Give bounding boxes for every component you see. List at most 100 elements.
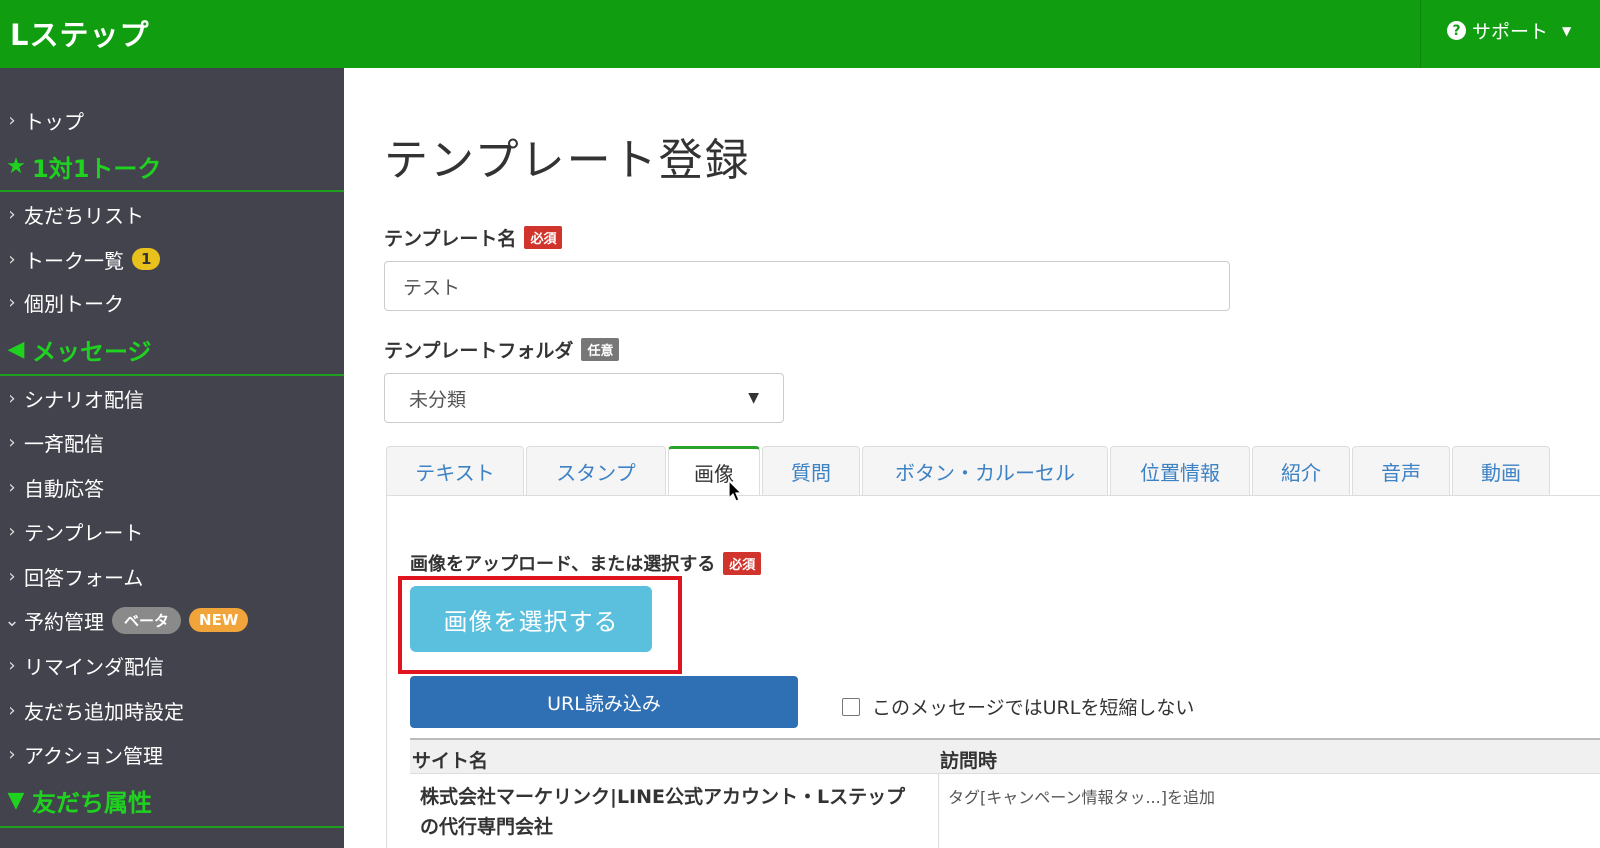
sidebar-item-scenario[interactable]: › シナリオ配信	[0, 384, 344, 412]
tab-stamp[interactable]: スタンプ	[526, 446, 666, 496]
sidebar-item-label: テンプレート	[24, 520, 144, 545]
app-logo[interactable]: Lステップ	[10, 12, 149, 54]
sidebar-item-reservation[interactable]: ⌄ 予約管理 ベータ NEW	[0, 604, 344, 636]
top-header: Lステップ ? サポート ▼	[0, 0, 1600, 68]
support-menu[interactable]: ? サポート ▼	[1420, 0, 1600, 68]
megaphone-icon: ◀	[7, 336, 25, 362]
chevron-right-icon: ›	[8, 520, 16, 542]
template-folder-select[interactable]: 未分類 ▼	[384, 373, 784, 423]
sidebar-item-talk-list[interactable]: › トーク一覧 1	[0, 244, 344, 274]
chevron-right-icon: ›	[8, 476, 16, 498]
url-load-button[interactable]: URL読み込み	[410, 676, 798, 728]
template-folder-label: テンプレートフォルダ 任意	[384, 336, 620, 363]
no-shorten-url-label: このメッセージではURLを短縮しない	[872, 697, 1195, 719]
beta-badge: ベータ	[112, 606, 182, 634]
tab-location[interactable]: 位置情報	[1110, 446, 1250, 496]
sidebar-item-label: 予約管理	[24, 609, 104, 634]
message-type-tabs: テキスト スタンプ 画像 質問 ボタン・カルーセル 位置情報 紹介 音声 動画	[386, 446, 1552, 496]
table-cell-site: 株式会社マーケリンク|LINE公式アカウント・Lステップの代行専門会社	[420, 786, 906, 838]
page-title: テンプレート登録	[384, 135, 751, 186]
sidebar-section-message: ◀ メッセージ	[0, 330, 344, 376]
tab-video[interactable]: 動画	[1452, 446, 1550, 496]
chevron-down-icon: ⌄	[4, 609, 20, 631]
sidebar-item-reminder[interactable]: › リマインダ配信	[0, 651, 344, 679]
tab-audio[interactable]: 音声	[1352, 446, 1450, 496]
tab-label: 位置情報	[1140, 460, 1220, 485]
sidebar-item-friend-list[interactable]: › 友だちリスト	[0, 200, 344, 228]
tab-label: 質問	[791, 460, 831, 485]
sidebar-section-label: 1対1トーク	[32, 154, 162, 183]
tab-introduction[interactable]: 紹介	[1252, 446, 1350, 496]
chevron-right-icon: ›	[8, 431, 16, 453]
chevron-right-icon: ›	[8, 565, 16, 587]
sidebar-item-individual-talk[interactable]: › 個別トーク	[0, 288, 344, 316]
star-icon: ★	[6, 153, 26, 179]
chevron-right-icon: ›	[8, 654, 16, 676]
no-shorten-url-checkbox[interactable]	[842, 697, 860, 716]
sidebar-item-label: 回答フォーム	[24, 565, 144, 590]
sidebar-item-label: 一斉配信	[24, 431, 104, 456]
caret-down-icon: ▼	[1562, 23, 1572, 38]
tab-button-carousel[interactable]: ボタン・カルーセル	[862, 446, 1108, 496]
column-header-visit: 訪問時	[940, 750, 998, 772]
chevron-right-icon: ›	[8, 699, 16, 721]
sidebar-item-auto-reply[interactable]: › 自動応答	[0, 473, 344, 501]
column-header-site: サイト名	[412, 750, 489, 772]
tab-label: ボタン・カルーセル	[895, 460, 1075, 485]
sidebar-item-broadcast[interactable]: › 一斉配信	[0, 428, 344, 456]
sidebar-section-talk: ★ 1対1トーク	[0, 148, 344, 192]
tab-label: テキスト	[415, 460, 495, 485]
column-divider	[938, 774, 939, 848]
tab-label: 紹介	[1281, 460, 1321, 485]
no-shorten-url-option[interactable]: このメッセージではURLを短縮しない	[842, 693, 1194, 720]
new-badge: NEW	[189, 608, 249, 632]
required-badge: 必須	[723, 551, 762, 575]
tab-text[interactable]: テキスト	[386, 446, 524, 496]
upload-label-text: 画像をアップロード、または選択する	[410, 554, 716, 575]
chevron-right-icon: ›	[8, 203, 16, 225]
sidebar: › トップ ★ 1対1トーク › 友だちリスト › トーク一覧 1 › 個別トー…	[0, 68, 344, 848]
sidebar-item-answer-form[interactable]: › 回答フォーム	[0, 562, 344, 590]
sidebar-item-action-management[interactable]: › アクション管理	[0, 740, 344, 768]
table-cell-visit: タグ[キャンペーン情報タッ...]を追加	[948, 788, 1215, 807]
tab-image[interactable]: 画像	[668, 446, 760, 496]
sidebar-item-label: 友だち追加時設定	[24, 699, 184, 724]
sidebar-item-label: シナリオ配信	[24, 387, 144, 412]
question-icon: ?	[1447, 21, 1466, 40]
required-badge: 必須	[524, 226, 563, 249]
chevron-right-icon: ›	[8, 109, 16, 131]
sidebar-item-label: アクション管理	[24, 743, 163, 768]
sidebar-item-label: 個別トーク	[24, 291, 124, 316]
sidebar-item-label: トップ	[24, 109, 84, 134]
support-label: サポート	[1472, 21, 1549, 43]
sidebar-item-label: リマインダ配信	[24, 654, 164, 679]
template-folder-value: 未分類	[409, 388, 467, 411]
chevron-right-icon: ›	[8, 387, 16, 409]
template-name-label: テンプレート名 必須	[384, 224, 563, 251]
sidebar-item-friend-add-settings[interactable]: › 友だち追加時設定	[0, 696, 344, 724]
template-folder-label-text: テンプレートフォルダ	[384, 340, 574, 362]
chevron-right-icon: ›	[8, 291, 16, 313]
sidebar-section-label: メッセージ	[32, 337, 152, 366]
table-header: サイト名 訪問時	[410, 740, 1600, 774]
upload-label: 画像をアップロード、または選択する 必須	[410, 550, 762, 576]
tab-label: 動画	[1481, 460, 1521, 485]
sidebar-section-friend-attributes: ▼ 友だち属性	[0, 780, 344, 828]
sidebar-item-label: 友だちリスト	[24, 203, 144, 228]
tab-label: 音声	[1381, 460, 1421, 485]
highlight-box	[398, 576, 682, 674]
optional-badge: 任意	[581, 338, 620, 361]
template-name-label-text: テンプレート名	[384, 228, 517, 250]
sidebar-item-top[interactable]: › トップ	[0, 106, 344, 134]
tab-question[interactable]: 質問	[762, 446, 860, 496]
sidebar-item-label: トーク一覧	[24, 248, 124, 273]
sidebar-item-template[interactable]: › テンプレート	[0, 517, 344, 545]
chevron-down-icon: ▼	[748, 390, 759, 406]
tab-label: スタンプ	[556, 460, 636, 485]
sidebar-item-label: 自動応答	[24, 476, 104, 501]
chevron-right-icon: ›	[8, 248, 16, 270]
template-name-input[interactable]	[384, 261, 1230, 311]
support-dropdown[interactable]: ? サポート ▼	[1447, 17, 1571, 44]
chevron-right-icon: ›	[8, 743, 16, 765]
sidebar-section-label: 友だち属性	[32, 788, 152, 817]
